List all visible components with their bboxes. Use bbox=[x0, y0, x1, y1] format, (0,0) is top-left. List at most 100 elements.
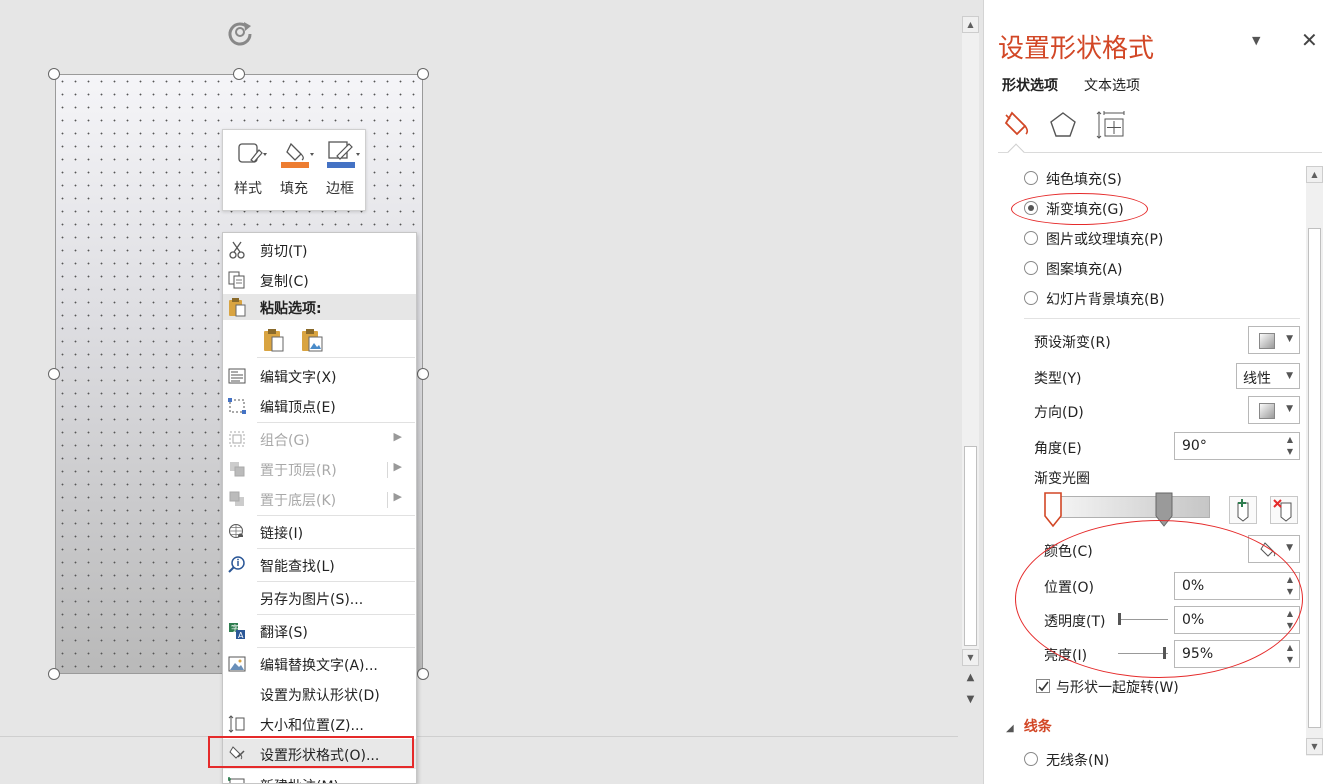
resize-handle-top[interactable] bbox=[233, 68, 245, 80]
pane-scrollbar[interactable]: ▲ ▼ bbox=[1306, 166, 1323, 756]
menu-item-edit-text[interactable]: 编辑文字(X) bbox=[223, 361, 416, 391]
resize-handle-left[interactable] bbox=[48, 368, 60, 380]
close-icon[interactable]: ✕ bbox=[1301, 30, 1318, 50]
menu-separator bbox=[257, 614, 415, 615]
pane-options-chevron-icon[interactable]: ▼ bbox=[1252, 34, 1260, 47]
direction-dropdown[interactable]: ▼ bbox=[1248, 396, 1300, 424]
fill-button[interactable]: 填充 bbox=[271, 138, 317, 204]
menu-label-new-comment: 新建批注(M) bbox=[260, 776, 339, 783]
scroll-up-icon[interactable]: ▲ bbox=[1306, 166, 1323, 183]
size-properties-icon[interactable] bbox=[1096, 110, 1126, 140]
style-button[interactable]: 样式 bbox=[225, 138, 271, 204]
direction-label: 方向(D) bbox=[1034, 405, 1084, 421]
menu-split-divider bbox=[387, 492, 388, 508]
radio-label-slide-background-fill: 幻灯片背景填充(B) bbox=[1046, 292, 1165, 308]
paste-keep-source-icon[interactable] bbox=[261, 327, 287, 353]
tab-shape-options[interactable]: 形状选项 bbox=[1002, 75, 1058, 95]
scroll-down-icon[interactable]: ▼ bbox=[1306, 738, 1323, 755]
scroll-down-icon[interactable]: ▼ bbox=[962, 649, 979, 666]
menu-item-smart-lookup[interactable]: 智能查找(L) bbox=[223, 550, 416, 580]
gradient-stops-label: 渐变光圈 bbox=[1034, 471, 1090, 487]
paste-options-label: 粘贴选项: bbox=[260, 301, 322, 317]
next-slide-icon[interactable]: ▼ bbox=[962, 694, 979, 708]
menu-item-group[interactable]: 组合(G) ▶ bbox=[223, 424, 416, 454]
menu-item-translate[interactable]: 字A 翻译(S) bbox=[223, 616, 416, 646]
rotate-with-shape-checkbox[interactable] bbox=[1036, 679, 1050, 693]
menu-item-size-position[interactable]: 大小和位置(Z)... bbox=[223, 709, 416, 739]
section-divider bbox=[1024, 318, 1300, 319]
resize-handle-bottom-left[interactable] bbox=[48, 668, 60, 680]
line-section-header[interactable]: ◢ 线条 bbox=[1006, 716, 1052, 736]
scroll-thumb[interactable] bbox=[964, 446, 977, 646]
menu-item-send-to-back[interactable]: 置于底层(K) ▶ bbox=[223, 484, 416, 514]
scroll-up-icon[interactable]: ▲ bbox=[962, 16, 979, 33]
gradient-stop[interactable] bbox=[1155, 492, 1173, 527]
gradient-stops-bar[interactable] bbox=[1046, 496, 1210, 518]
menu-label-link: 链接(I) bbox=[260, 526, 304, 542]
resize-handle-top-right[interactable] bbox=[417, 68, 429, 80]
preset-gradient-label: 预设渐变(R) bbox=[1034, 335, 1111, 351]
menu-separator bbox=[257, 548, 415, 549]
menu-item-save-as-picture[interactable]: 另存为图片(S)... bbox=[223, 583, 416, 613]
menu-label-smart-lookup: 智能查找(L) bbox=[260, 559, 335, 575]
paint-bucket-icon bbox=[281, 142, 314, 168]
globe-link-icon bbox=[229, 524, 243, 538]
resize-handle-right[interactable] bbox=[417, 368, 429, 380]
scroll-thumb[interactable] bbox=[1308, 228, 1321, 728]
menu-label-edit-points: 编辑顶点(E) bbox=[260, 400, 336, 416]
menu-label-group: 组合(G) bbox=[260, 433, 310, 449]
collapse-triangle-icon: ◢ bbox=[1006, 723, 1014, 734]
radio-button[interactable] bbox=[1024, 171, 1038, 185]
radio-label-no-line: 无线条(N) bbox=[1046, 753, 1110, 769]
resize-handle-top-left[interactable] bbox=[48, 68, 60, 80]
rotate-with-shape-label: 与形状一起旋转(W) bbox=[1056, 680, 1179, 696]
angle-label: 角度(E) bbox=[1034, 441, 1082, 457]
border-button[interactable]: 边框 bbox=[317, 138, 363, 204]
notes-strip bbox=[0, 736, 958, 784]
bring-to-front-icon bbox=[230, 462, 245, 477]
radio-button[interactable] bbox=[1024, 752, 1038, 766]
menu-item-set-default-shape[interactable]: 设置为默认形状(D) bbox=[223, 679, 416, 709]
paste-as-picture-icon[interactable] bbox=[299, 327, 325, 353]
menu-label-bring-to-front: 置于顶层(R) bbox=[260, 463, 337, 479]
menu-item-copy[interactable]: 复制(C) bbox=[223, 265, 416, 295]
angle-spinner[interactable]: 90° ▲ ▼ bbox=[1174, 432, 1300, 460]
radio-button[interactable] bbox=[1024, 291, 1038, 305]
radio-button[interactable] bbox=[1024, 261, 1038, 275]
menu-item-cut[interactable]: 剪切(T) bbox=[223, 235, 416, 265]
menu-item-edit-points[interactable]: 编辑顶点(E) bbox=[223, 391, 416, 421]
menu-item-edit-alt-text[interactable]: 编辑替换文字(A)... bbox=[223, 649, 416, 679]
spin-down-icon[interactable]: ▼ bbox=[1284, 655, 1296, 665]
edit-points-icon bbox=[228, 398, 246, 414]
submenu-arrow-icon[interactable]: ▶ bbox=[394, 460, 402, 473]
effects-pentagon-icon[interactable] bbox=[1048, 110, 1078, 140]
translate-icon: 字A bbox=[229, 623, 245, 640]
menu-label-edit-alt-text: 编辑替换文字(A)... bbox=[260, 658, 378, 674]
chevron-down-icon: ▼ bbox=[1286, 543, 1293, 553]
fill-line-icon[interactable] bbox=[1002, 110, 1032, 140]
line-section-label: 线条 bbox=[1023, 719, 1052, 735]
submenu-arrow-icon[interactable]: ▶ bbox=[394, 490, 402, 503]
spin-up-icon[interactable]: ▲ bbox=[1284, 435, 1296, 445]
rotate-handle-icon[interactable] bbox=[224, 16, 256, 48]
menu-item-bring-to-front[interactable]: 置于顶层(R) ▶ bbox=[223, 454, 416, 484]
radio-button[interactable] bbox=[1024, 231, 1038, 245]
paste-options-header: 粘贴选项: bbox=[223, 294, 416, 320]
remove-gradient-stop-button[interactable] bbox=[1270, 496, 1298, 524]
spin-up-icon[interactable]: ▲ bbox=[1284, 643, 1296, 653]
menu-separator bbox=[257, 581, 415, 582]
menu-item-link[interactable]: 链接(I) bbox=[223, 517, 416, 547]
resize-handle-bottom-right[interactable] bbox=[417, 668, 429, 680]
preset-gradient-dropdown[interactable]: ▼ bbox=[1248, 326, 1300, 354]
add-gradient-stop-button[interactable] bbox=[1229, 496, 1257, 524]
annotation-oval-stop-settings bbox=[1015, 520, 1303, 678]
canvas-scrollbar[interactable]: ▲ ▼ bbox=[962, 16, 979, 666]
copy-icon bbox=[228, 271, 245, 289]
tab-text-options[interactable]: 文本选项 bbox=[1084, 75, 1140, 95]
previous-slide-icon[interactable]: ▲ bbox=[962, 672, 979, 686]
type-dropdown[interactable]: 线性 ▼ bbox=[1236, 363, 1300, 389]
spin-down-icon[interactable]: ▼ bbox=[1284, 447, 1296, 457]
gradient-stop-selected[interactable] bbox=[1044, 492, 1062, 528]
menu-item-new-comment[interactable]: 新建批注(M) bbox=[223, 770, 416, 783]
chevron-down-icon: ▼ bbox=[1286, 404, 1293, 414]
